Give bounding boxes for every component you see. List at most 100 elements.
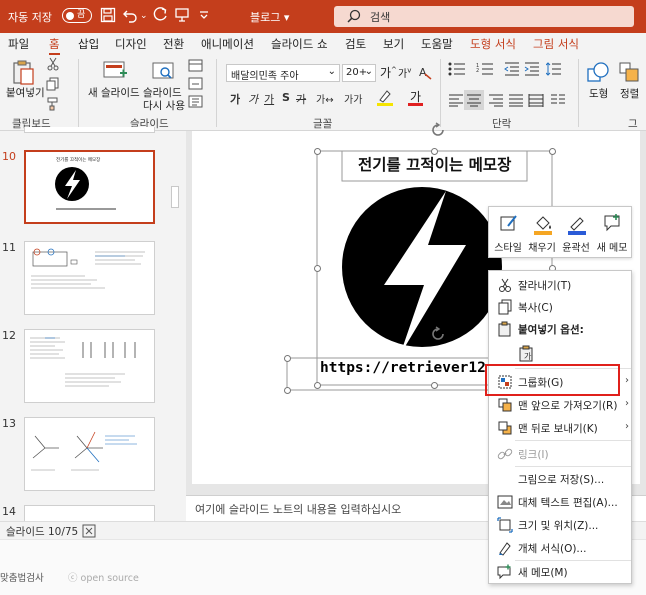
font-size-select[interactable]: 20+ ⌄: [342, 64, 376, 82]
strikethrough-icon[interactable]: 가: [296, 91, 306, 107]
tab-insert[interactable]: 삽입: [78, 36, 99, 52]
shadow-icon[interactable]: S: [282, 91, 290, 104]
scrollbar-thumb[interactable]: [171, 186, 179, 208]
open-source-label[interactable]: ⓒ open source: [68, 570, 139, 584]
fill-button[interactable]: 채우기: [525, 211, 559, 255]
format-painter-icon[interactable]: [46, 97, 60, 114]
slide-title[interactable]: 전기를 끄적이는 메모장: [358, 153, 511, 175]
clear-format-icon[interactable]: A: [418, 64, 432, 83]
paste-picture-option-icon[interactable]: 가: [518, 345, 536, 366]
new-slide-icon[interactable]: [102, 59, 128, 86]
arrange-label[interactable]: 정렬: [620, 86, 639, 101]
style-button[interactable]: 스타일: [491, 211, 525, 255]
copy-icon[interactable]: [46, 77, 60, 94]
columns-icon[interactable]: [550, 93, 566, 110]
menu-item-format-object[interactable]: 개체 서식(O)...: [489, 537, 633, 559]
resize-handle[interactable]: [313, 264, 321, 272]
increase-indent-icon[interactable]: [524, 62, 540, 79]
redo-icon[interactable]: [152, 7, 168, 25]
new-memo-icon: [497, 564, 511, 580]
resize-handle[interactable]: [283, 386, 291, 394]
cut-icon[interactable]: [46, 57, 60, 74]
undo-icon[interactable]: [122, 7, 138, 25]
tab-slideshow[interactable]: 슬라이드 쇼: [271, 36, 328, 52]
search-box[interactable]: 검색: [334, 6, 634, 27]
undo-dropdown-icon[interactable]: ⌄: [140, 7, 148, 25]
section-icon[interactable]: [188, 95, 204, 112]
slide-thumbnail-10[interactable]: 전기를 끄적이는 메모장: [24, 150, 155, 224]
paste-label[interactable]: 붙여넣기: [6, 85, 45, 100]
spellcheck-label[interactable]: 맞춤법검사: [0, 570, 44, 584]
italic-icon[interactable]: 가: [248, 91, 258, 107]
font-name-select[interactable]: 배달의민족 주아 ⌄: [226, 64, 340, 82]
reset-icon[interactable]: [188, 77, 204, 94]
menu-item-send-to-back[interactable]: 맨 뒤로 보내기(K) ›: [489, 417, 633, 439]
bold-icon[interactable]: 가: [230, 91, 240, 107]
tab-help[interactable]: 도움말: [421, 36, 453, 52]
highlight-color-icon[interactable]: [376, 89, 396, 110]
decrease-indent-icon[interactable]: [504, 62, 520, 79]
shapes-label[interactable]: 도형: [589, 86, 608, 101]
outline-button[interactable]: 윤곽선: [559, 211, 593, 255]
tab-animations[interactable]: 애니메이션: [201, 36, 254, 52]
underline-icon[interactable]: 가: [264, 91, 274, 107]
align-center-icon[interactable]: [464, 90, 484, 110]
slide-thumbnail-12[interactable]: [24, 329, 155, 403]
slide-thumbnail-11[interactable]: [24, 241, 155, 315]
distributed-icon[interactable]: [528, 93, 544, 110]
tab-transitions[interactable]: 전환: [163, 36, 184, 52]
tab-file[interactable]: 파일: [8, 36, 29, 52]
line-spacing-icon[interactable]: [545, 62, 562, 79]
slide-thumbnail-9-partial[interactable]: [24, 127, 155, 133]
tab-shape-format[interactable]: 도형 서식: [470, 36, 516, 52]
new-slide-label[interactable]: 새 슬라이드: [88, 85, 140, 100]
bullets-icon[interactable]: [448, 62, 466, 79]
rotate-handle-icon[interactable]: [430, 326, 446, 345]
font-color-icon[interactable]: 가: [406, 89, 426, 110]
menu-item-paste-options: 붙여넣기 옵션:: [489, 318, 633, 340]
menu-item-size-position[interactable]: 크기 및 위치(Z)...: [489, 514, 633, 536]
customize-qat-icon[interactable]: [198, 7, 210, 25]
resize-handle[interactable]: [313, 381, 321, 389]
reuse-slides-icon[interactable]: [150, 59, 176, 86]
menu-item-new-memo[interactable]: 새 메모(M): [489, 561, 633, 583]
rotate-handle-top-icon[interactable]: [430, 122, 446, 141]
tab-picture-format[interactable]: 그림 서식: [533, 36, 579, 52]
resize-handle[interactable]: [548, 147, 556, 155]
menu-item-alt-text[interactable]: 대체 텍스트 편집(A)...: [489, 491, 633, 513]
arrange-icon[interactable]: [618, 61, 642, 88]
slide-thumbnail-13[interactable]: [24, 417, 155, 491]
tab-review[interactable]: 검토: [345, 36, 366, 52]
presentation-icon[interactable]: [174, 7, 190, 25]
justify-icon[interactable]: [508, 93, 524, 110]
numbering-icon[interactable]: 12: [476, 62, 494, 79]
tab-home[interactable]: 홈: [49, 36, 60, 56]
menu-item-label: 새 메모(M): [518, 567, 568, 579]
resize-handle[interactable]: [430, 147, 438, 155]
shapes-icon[interactable]: [586, 61, 610, 88]
tab-view[interactable]: 보기: [383, 36, 404, 52]
slide-pane-scrollbar[interactable]: [168, 131, 182, 521]
menu-item-bring-to-front[interactable]: 맨 앞으로 가져오기(R) ›: [489, 394, 633, 416]
open-source-text: open source: [80, 573, 139, 584]
reuse-slides-label-2[interactable]: 다시 사용: [143, 98, 185, 113]
layout-icon[interactable]: [188, 59, 204, 76]
lightning-logo[interactable]: [342, 179, 502, 359]
menu-item-cut[interactable]: 잘라내기(T): [489, 274, 633, 296]
resize-handle[interactable]: [283, 354, 291, 362]
menu-item-copy[interactable]: 복사(C): [489, 296, 633, 318]
save-icon[interactable]: [100, 7, 116, 25]
align-left-icon[interactable]: [448, 93, 464, 110]
tab-design[interactable]: 디자인: [115, 36, 147, 52]
autosave-toggle[interactable]: 끔: [62, 8, 92, 23]
menu-item-save-as-picture[interactable]: 그림으로 저장(S)...: [489, 468, 633, 490]
document-name[interactable]: 블로그 ▾: [250, 9, 289, 25]
change-case-icon[interactable]: 가가: [344, 91, 362, 106]
char-spacing-icon[interactable]: 가↔: [316, 91, 334, 106]
align-right-icon[interactable]: [488, 93, 504, 110]
resize-handle[interactable]: [313, 147, 321, 155]
shrink-font-button[interactable]: 가v: [398, 65, 411, 80]
grow-font-button[interactable]: 가^: [380, 64, 397, 81]
new-memo-button[interactable]: 새 메모: [595, 211, 629, 255]
resize-handle[interactable]: [430, 381, 438, 389]
